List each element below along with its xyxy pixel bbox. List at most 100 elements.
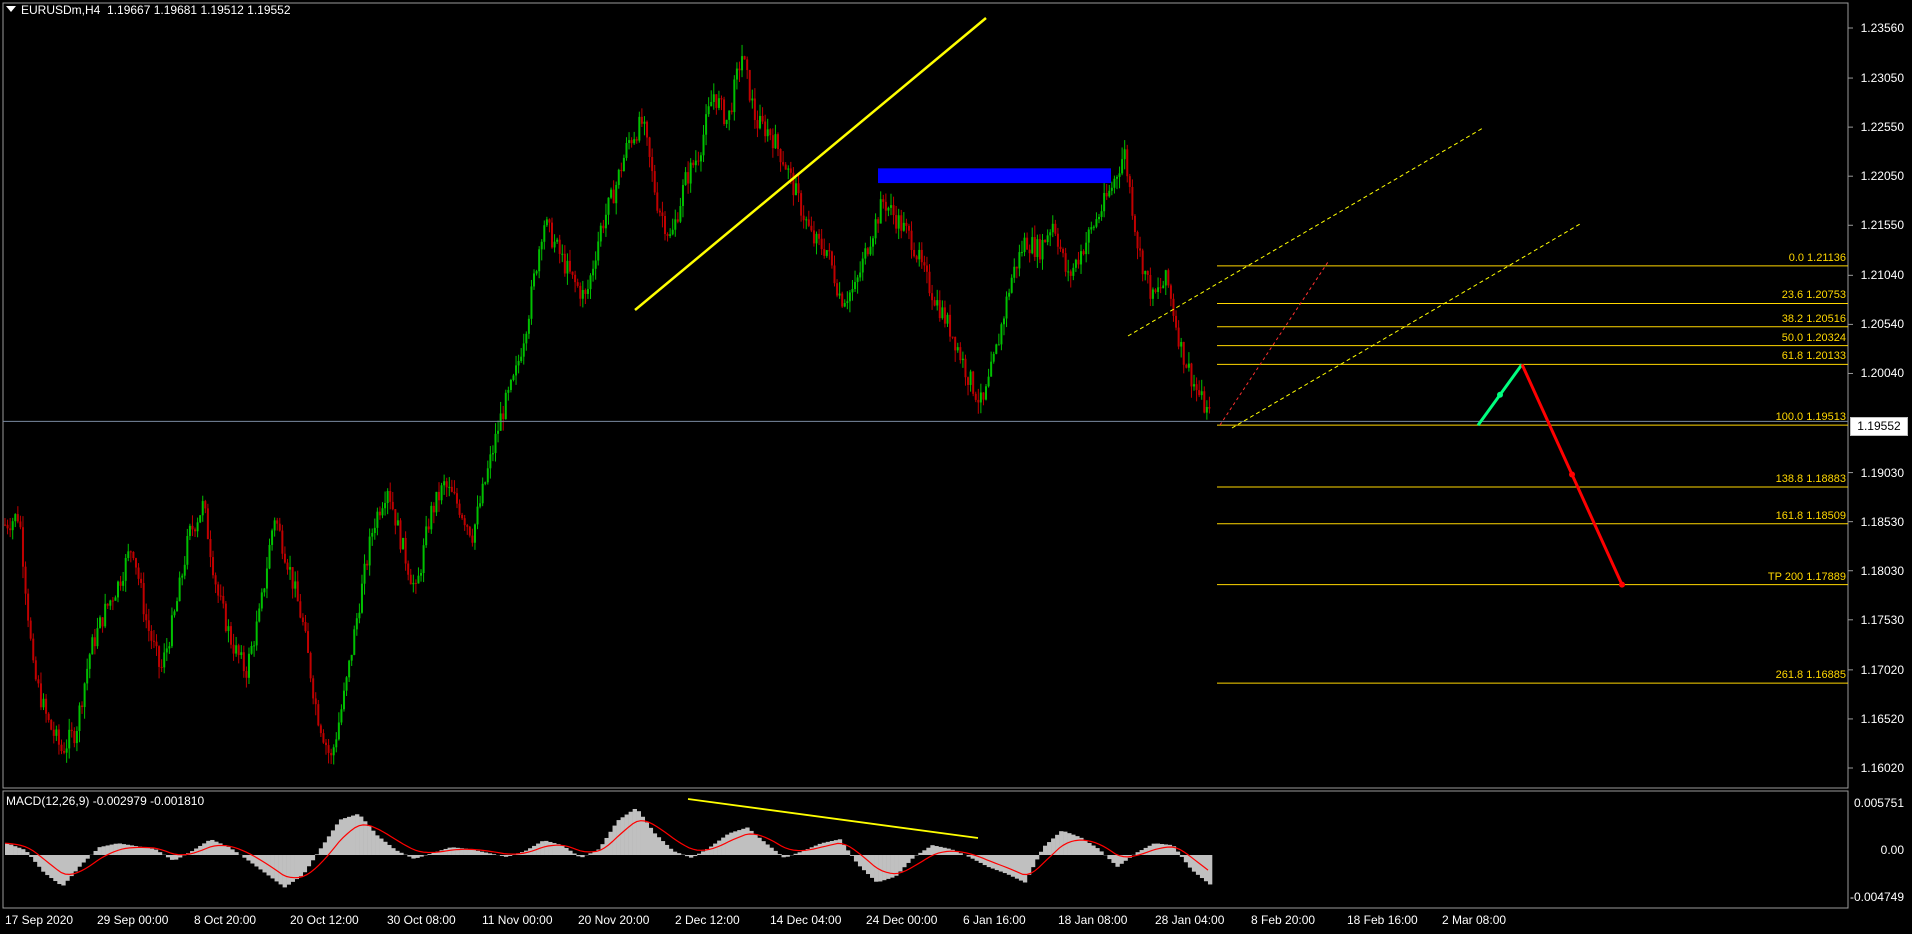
candle-body [1154, 289, 1157, 293]
candle-body [776, 134, 779, 150]
macd-histogram-bar [765, 844, 770, 855]
candle-body [176, 601, 179, 612]
candle-body [484, 482, 487, 484]
candle-body [330, 752, 333, 756]
candle-body [1187, 363, 1190, 368]
candle-body [710, 101, 713, 107]
candle-body [859, 272, 862, 278]
macd-histogram-bar [882, 855, 887, 881]
macd-histogram-bar [1018, 855, 1024, 881]
candle-body [872, 238, 875, 247]
candle-body [1098, 216, 1101, 220]
macd-histogram-bar [910, 855, 915, 859]
candle-body [1139, 248, 1142, 251]
chart-symbol-header[interactable]: EURUSDm,H4 1.19667 1.19681 1.19512 1.195… [6, 3, 291, 17]
candle-body [312, 678, 315, 699]
macd-histogram-bar [322, 842, 328, 855]
candle-body [730, 110, 733, 113]
macd-histogram-bar [1006, 855, 1012, 875]
candle-body [1118, 173, 1121, 177]
candle-body [907, 225, 910, 231]
candle-body [982, 392, 985, 400]
candle-body [661, 212, 664, 217]
candle-body [674, 219, 677, 230]
candle-body [165, 648, 168, 653]
dropdown-triangle-icon[interactable] [6, 6, 16, 12]
time-tick-label: 8 Oct 20:00 [194, 913, 257, 927]
macd-histogram-bar [777, 854, 782, 855]
macd-histogram-bar [153, 849, 159, 855]
candle-body [610, 189, 613, 198]
macd-histogram-bar [701, 851, 706, 855]
candle-body [191, 525, 194, 530]
candle-body [114, 597, 117, 601]
candle-body [1095, 219, 1098, 227]
candle-body [1072, 267, 1075, 276]
macd-histogram-bar [226, 846, 231, 855]
candle-body [253, 645, 256, 647]
candle-body [1167, 270, 1170, 286]
macd-histogram-bar [1047, 842, 1052, 855]
candle-body [88, 654, 91, 669]
candlestick-series [4, 44, 1211, 765]
candle-body [440, 485, 443, 501]
macd-histogram-bar [367, 825, 372, 855]
candle-body [50, 719, 53, 730]
candle-body [378, 511, 381, 516]
price-chart[interactable] [0, 0, 1912, 934]
candle-body [928, 271, 931, 294]
price-tick-label: 1.23050 [1860, 71, 1904, 86]
candle-body [977, 399, 980, 403]
macd-histogram-bar [503, 855, 509, 857]
candle-body [21, 527, 24, 567]
candle-body [389, 491, 392, 502]
candle-body [1208, 407, 1211, 409]
candle-body [199, 515, 202, 523]
macd-histogram-bar [407, 855, 412, 857]
candle-body [648, 137, 651, 157]
candle-body [725, 119, 728, 125]
candle-body [34, 660, 37, 680]
macd-histogram-bar [178, 855, 183, 858]
macd-histogram-bar [676, 853, 682, 855]
candle-body [581, 290, 584, 299]
macd-histogram-bar [230, 849, 235, 855]
candle-body [65, 748, 68, 753]
candle-body [196, 522, 199, 532]
candle-body [1164, 270, 1167, 286]
candle-body [1151, 289, 1154, 299]
candle-body [345, 677, 348, 691]
candle-body [828, 250, 831, 252]
candle-body [604, 214, 607, 229]
candle-body [1062, 249, 1065, 254]
candle-body [902, 222, 905, 231]
candle-body [371, 532, 374, 537]
candle-body [910, 230, 913, 250]
macd-histogram-bar [310, 855, 316, 861]
candle-body [723, 99, 726, 125]
candle-body [771, 135, 774, 149]
macd-histogram-bar [507, 855, 513, 856]
candle-body [579, 285, 582, 299]
candle-body [671, 229, 674, 235]
candle-body [124, 557, 127, 581]
candle-body [24, 566, 27, 594]
candle-body [1182, 342, 1185, 365]
candle-body [571, 271, 574, 275]
candle-body [75, 730, 78, 744]
candle-body [250, 645, 253, 654]
macd-histogram-bar [1107, 855, 1112, 860]
candle-body [106, 603, 109, 606]
candle-body [127, 551, 130, 558]
candle-body [748, 70, 751, 101]
macd-histogram-bar [1143, 847, 1148, 855]
macd-histogram-bar [419, 855, 424, 857]
candle-body [242, 652, 245, 672]
candle-body [366, 563, 369, 566]
candle-body [327, 745, 330, 753]
macd-histogram-bar [709, 846, 714, 855]
macd-histogram-bar [69, 855, 74, 877]
candle-body [599, 225, 602, 242]
macd-histogram-bar [717, 840, 722, 855]
fib-level-label: 23.6 1.20753 [1781, 289, 1846, 302]
